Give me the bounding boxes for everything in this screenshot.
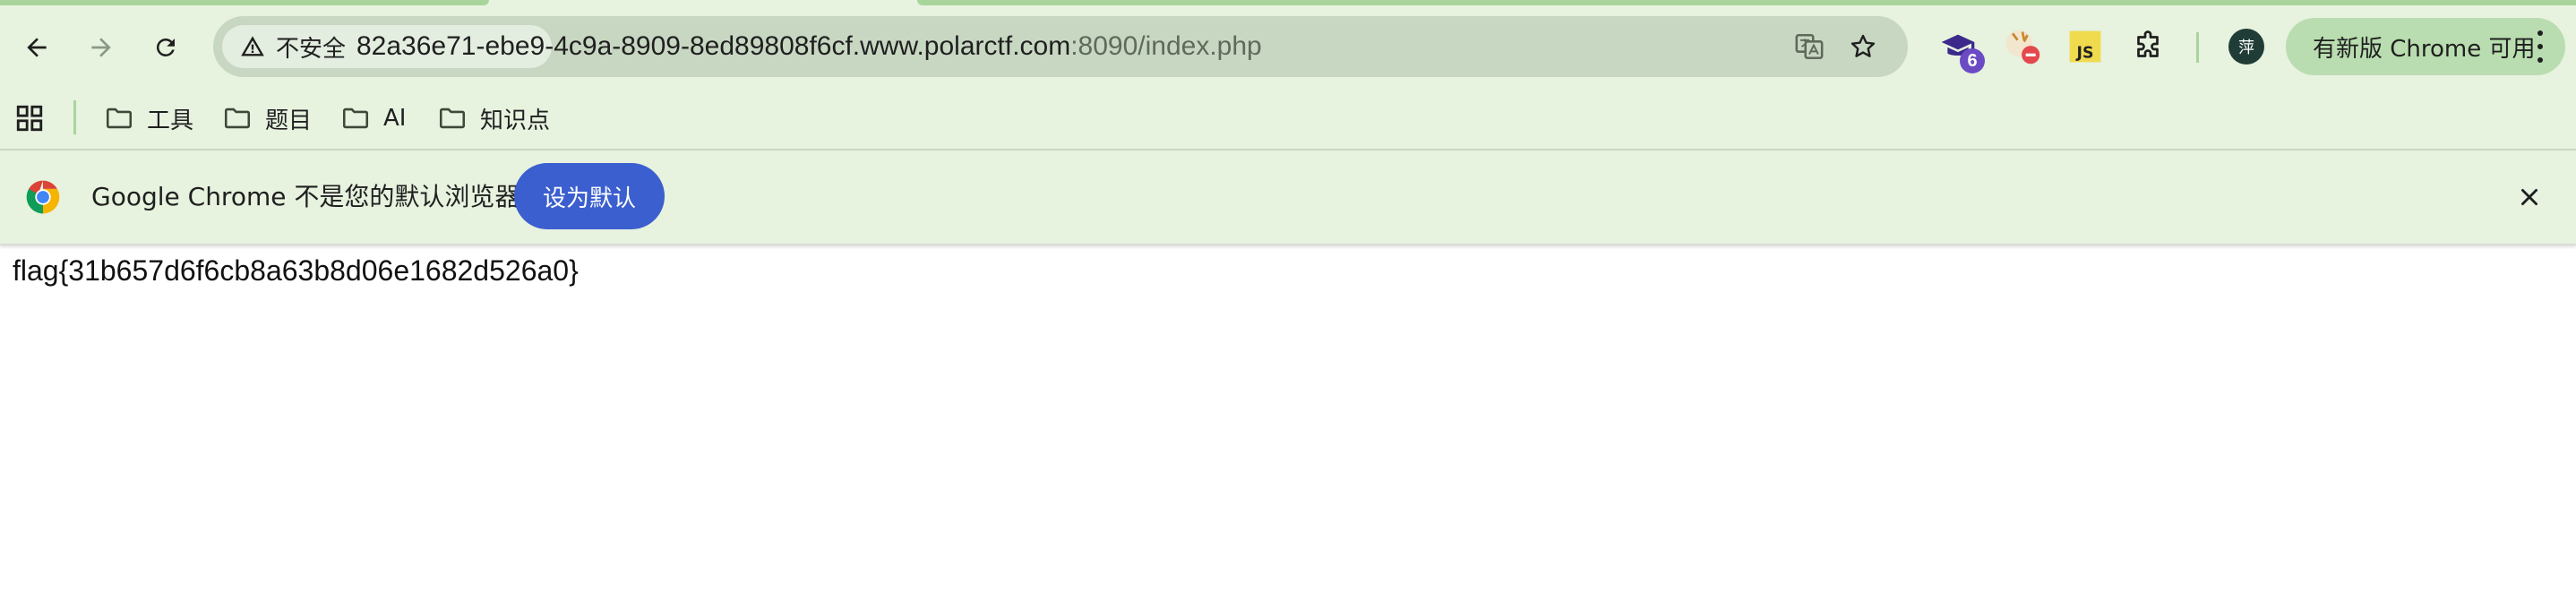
svg-text:JS: JS: [2076, 45, 2094, 63]
bookmark-folder-tools[interactable]: 工具: [104, 97, 193, 140]
bookmarks-separator: [73, 100, 76, 134]
extension-js[interactable]: JS: [2064, 25, 2107, 68]
chrome-logo-icon: [26, 180, 60, 214]
apps-grid-icon: [16, 105, 43, 132]
bookmarks-bar: 工具 题目 AI 知识点: [0, 88, 2576, 150]
folder-icon: [224, 108, 251, 129]
default-browser-infobar: Google Chrome 不是您的默认浏览器 设为默认: [0, 150, 2576, 245]
arrow-left-icon: [27, 38, 47, 57]
cookie-blocked-icon: [2005, 30, 2040, 64]
bookmark-label: 题目: [265, 107, 313, 134]
extension-hackbar[interactable]: 6: [1936, 25, 1985, 73]
extension-cookie[interactable]: [2001, 25, 2044, 68]
bookmark-label: AI: [383, 105, 407, 132]
bookmark-star-button[interactable]: [1845, 29, 1881, 64]
bookmark-folder-knowledge[interactable]: 知识点: [437, 97, 550, 140]
update-label: 有新版 Chrome 可用: [2313, 35, 2536, 63]
set-default-button[interactable]: 设为默认: [514, 163, 665, 229]
more-vert-icon[interactable]: [2531, 30, 2549, 63]
infobar-close-button[interactable]: [2512, 179, 2547, 215]
infobar-message: Google Chrome 不是您的默认浏览器: [91, 182, 520, 211]
folder-icon: [342, 108, 369, 129]
url-host: 82a36e71-ebe9-4c9a-8909-8ed89808f6cf.www…: [356, 31, 1071, 61]
arrow-right-icon: [91, 38, 111, 57]
translate-button[interactable]: [1791, 29, 1827, 64]
url-text[interactable]: 82a36e71-ebe9-4c9a-8909-8ed89808f6cf.www…: [356, 16, 1262, 77]
toolbar-separator: [2196, 32, 2199, 63]
profile-avatar[interactable]: 萍: [2228, 29, 2264, 64]
back-button[interactable]: [11, 22, 63, 73]
update-chrome-button[interactable]: 有新版 Chrome 可用: [2286, 18, 2565, 75]
close-icon: [2521, 189, 2537, 205]
translate-icon: [1795, 33, 1824, 60]
folder-icon: [106, 108, 133, 129]
star-icon: [1850, 34, 1876, 57]
address-bar[interactable]: 不安全 82a36e71-ebe9-4c9a-8909-8ed89808f6cf…: [213, 16, 1908, 77]
browser-toolbar: 不安全 82a36e71-ebe9-4c9a-8909-8ed89808f6cf…: [0, 5, 2576, 88]
bookmark-folder-problems[interactable]: 题目: [222, 97, 312, 140]
warning-icon: [238, 32, 267, 61]
folder-icon: [439, 108, 466, 129]
reload-icon: [156, 38, 175, 56]
extension-badge: 6: [1960, 48, 1985, 73]
security-label: 不安全: [276, 35, 347, 63]
js-icon: JS: [2069, 30, 2101, 63]
page-body-text: flag{31b657d6f6cb8a63b8d06e1682d526a0}: [13, 254, 579, 287]
reload-button[interactable]: [140, 22, 192, 73]
extensions-menu-button[interactable]: [2126, 25, 2169, 68]
bookmark-label: 工具: [147, 107, 194, 134]
url-path: :8090/index.php: [1070, 31, 1262, 61]
bookmark-label: 知识点: [480, 107, 551, 134]
forward-button[interactable]: [75, 22, 127, 73]
apps-button[interactable]: [14, 97, 45, 140]
puzzle-icon: [2137, 30, 2159, 57]
bookmark-folder-ai[interactable]: AI: [340, 97, 406, 140]
